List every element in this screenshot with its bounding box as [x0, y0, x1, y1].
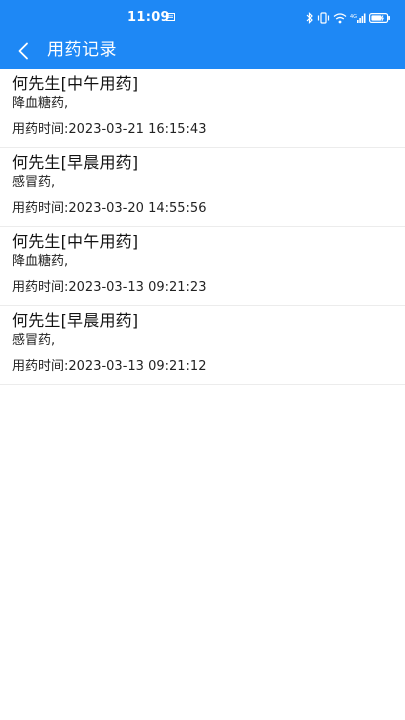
record-time-value: 2023-03-13 09:21:23	[68, 280, 207, 295]
record-drug: 降血糖药,	[12, 96, 69, 111]
record-time-value: 2023-03-21 16:15:43	[68, 122, 207, 137]
record-drug: 感冒药,	[12, 175, 56, 190]
notification-icon	[166, 13, 175, 21]
record-title: 何先生[中午用药]	[12, 232, 139, 251]
record-item[interactable]: 何先生[中午用药] 降血糖药, 用药时间:2023-03-21 16:15:43	[0, 69, 405, 148]
record-title: 何先生[中午用药]	[12, 74, 139, 93]
record-title: 何先生[早晨用药]	[12, 153, 139, 172]
status-icons: 4G	[306, 11, 391, 25]
record-time-label: 用药时间:	[12, 280, 69, 295]
medication-record-list: 何先生[中午用药] 降血糖药, 用药时间:2023-03-21 16:15:43…	[0, 69, 405, 385]
battery-icon	[369, 13, 390, 24]
record-time: 用药时间:2023-03-13 09:21:12	[12, 358, 206, 376]
signal-icon: 4G	[350, 13, 366, 23]
record-item[interactable]: 何先生[中午用药] 降血糖药, 用药时间:2023-03-13 09:21:23	[0, 227, 405, 306]
wifi-icon	[333, 13, 347, 24]
record-title: 何先生[早晨用药]	[12, 311, 139, 330]
navigation-bar: 用药记录	[0, 34, 405, 69]
bluetooth-icon	[306, 12, 313, 24]
status-time: 11:09	[127, 10, 170, 25]
record-time-value: 2023-03-20 14:55:56	[68, 201, 207, 216]
record-time: 用药时间:2023-03-21 16:15:43	[12, 121, 206, 139]
record-time-value: 2023-03-13 09:21:12	[68, 359, 207, 374]
record-time-label: 用药时间:	[12, 122, 69, 137]
chevron-left-icon	[18, 42, 28, 60]
record-item[interactable]: 何先生[早晨用药] 感冒药, 用药时间:2023-03-20 14:55:56	[0, 148, 405, 227]
app-bar: 11:09 4G 用药记录	[0, 0, 405, 69]
record-time: 用药时间:2023-03-13 09:21:23	[12, 279, 206, 297]
record-drug: 降血糖药,	[12, 254, 69, 269]
back-button[interactable]	[8, 36, 38, 66]
status-bar: 11:09 4G	[0, 0, 405, 34]
record-time: 用药时间:2023-03-20 14:55:56	[12, 200, 206, 218]
vibrate-icon	[317, 12, 330, 24]
svg-text:4G: 4G	[350, 14, 357, 20]
record-time-label: 用药时间:	[12, 359, 69, 374]
page-title: 用药记录	[47, 40, 117, 60]
record-drug: 感冒药,	[12, 333, 56, 348]
record-item[interactable]: 何先生[早晨用药] 感冒药, 用药时间:2023-03-13 09:21:12	[0, 306, 405, 385]
record-time-label: 用药时间:	[12, 201, 69, 216]
